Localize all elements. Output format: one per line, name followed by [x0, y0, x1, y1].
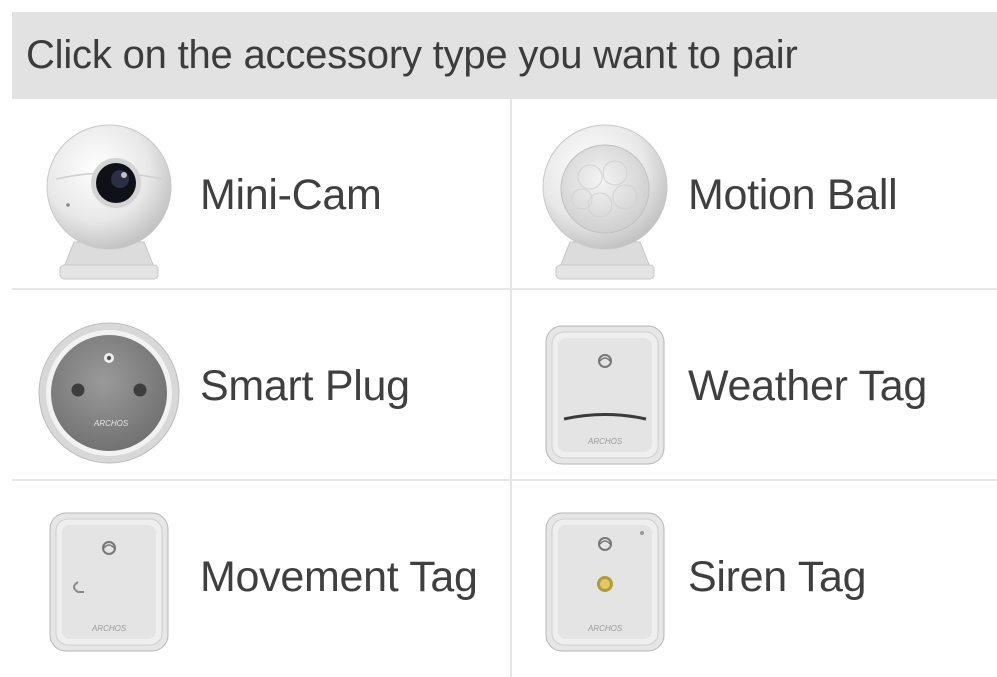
- accessory-tile-siren-tag[interactable]: ARCHOS Siren Tag: [512, 481, 997, 677]
- accessory-label: Mini-Cam: [200, 171, 382, 219]
- header-bar: Click on the accessory type you want to …: [12, 12, 997, 99]
- accessory-tile-movement-tag[interactable]: ARCHOS Movement Tag: [12, 481, 510, 677]
- accessory-tile-mini-cam[interactable]: Mini-Cam: [12, 99, 510, 288]
- accessory-tile-smart-plug[interactable]: ARCHOS Smart Plug: [12, 290, 510, 479]
- svg-text:ARCHOS: ARCHOS: [93, 419, 129, 428]
- page-title: Click on the accessory type you want to …: [26, 33, 798, 77]
- svg-text:ARCHOS: ARCHOS: [91, 624, 127, 633]
- weather-tag-icon: ARCHOS: [530, 298, 680, 476]
- svg-text:ARCHOS: ARCHOS: [587, 624, 623, 633]
- pairing-screen: Click on the accessory type you want to …: [12, 12, 997, 677]
- motion-ball-icon: [530, 107, 680, 285]
- accessory-tile-motion-ball[interactable]: Motion Ball: [512, 99, 997, 288]
- accessory-label: Movement Tag: [200, 553, 478, 601]
- siren-tag-icon: ARCHOS: [530, 489, 680, 667]
- mini-cam-icon: [34, 107, 184, 285]
- accessory-label: Weather Tag: [688, 362, 927, 410]
- accessory-tile-weather-tag[interactable]: ARCHOS Weather Tag: [512, 290, 997, 479]
- accessory-label: Motion Ball: [688, 171, 898, 219]
- smart-plug-icon: ARCHOS: [34, 298, 184, 476]
- movement-tag-icon: ARCHOS: [34, 489, 184, 667]
- accessory-label: Smart Plug: [200, 362, 410, 410]
- svg-text:ARCHOS: ARCHOS: [587, 437, 623, 446]
- accessory-grid: Mini-Cam Motion Ball ARCHOS Smart Plug A…: [12, 99, 997, 677]
- accessory-label: Siren Tag: [688, 553, 867, 601]
